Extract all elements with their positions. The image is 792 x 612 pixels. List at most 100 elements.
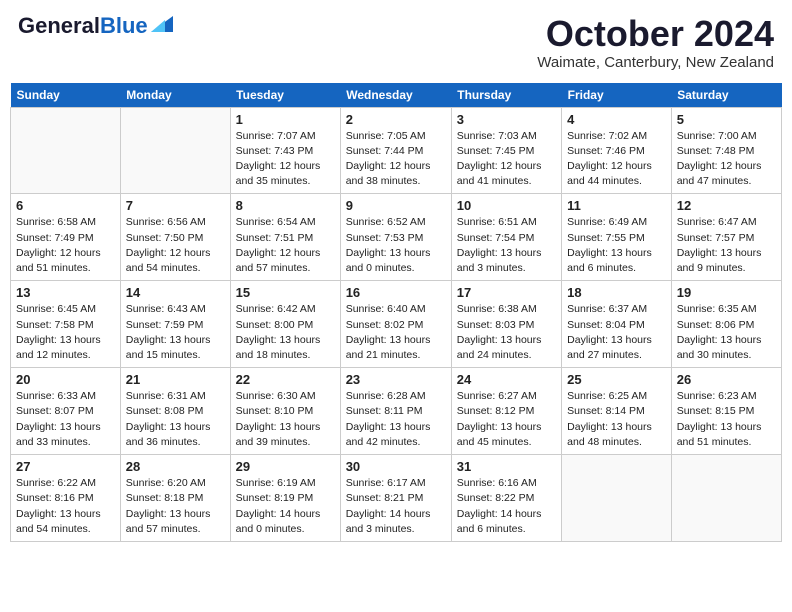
cell-content: Sunrise: 6:58 AMSunset: 7:49 PMDaylight:… bbox=[16, 215, 115, 276]
calendar-cell: 17 Sunrise: 6:38 AMSunset: 8:03 PMDayligh… bbox=[451, 281, 561, 368]
header-sunday: Sunday bbox=[11, 83, 121, 108]
calendar-cell: 14 Sunrise: 6:43 AMSunset: 7:59 PMDayligh… bbox=[120, 281, 230, 368]
calendar-cell: 3Sunrise: 7:03 AMSunset: 7:45 PMDaylight… bbox=[451, 107, 561, 194]
calendar-cell: 8 Sunrise: 6:54 AMSunset: 7:51 PMDaylight… bbox=[230, 194, 340, 281]
cell-content: Sunrise: 6:54 AMSunset: 7:51 PMDaylight:… bbox=[236, 215, 335, 276]
cell-content: Sunrise: 6:23 AMSunset: 8:15 PMDaylight:… bbox=[677, 389, 776, 450]
day-number: 16 bbox=[346, 285, 446, 300]
day-number: 13 bbox=[16, 285, 115, 300]
logo-icon bbox=[151, 16, 173, 32]
calendar-cell bbox=[11, 107, 121, 194]
cell-content: Sunrise: 7:02 AMSunset: 7:46 PMDaylight:… bbox=[567, 129, 666, 190]
day-number: 10 bbox=[457, 198, 556, 213]
cell-content: Sunrise: 6:31 AMSunset: 8:08 PMDaylight:… bbox=[126, 389, 225, 450]
day-number: 3 bbox=[457, 112, 556, 127]
day-number: 24 bbox=[457, 372, 556, 387]
cell-content: Sunrise: 7:07 AMSunset: 7:43 PMDaylight:… bbox=[236, 129, 335, 190]
cell-content: Sunrise: 6:42 AMSunset: 8:00 PMDaylight:… bbox=[236, 302, 335, 363]
cell-content: Sunrise: 6:38 AMSunset: 8:03 PMDaylight:… bbox=[457, 302, 556, 363]
calendar-cell: 26 Sunrise: 6:23 AMSunset: 8:15 PMDayligh… bbox=[671, 368, 781, 455]
calendar-cell: 29 Sunrise: 6:19 AMSunset: 8:19 PMDayligh… bbox=[230, 455, 340, 542]
day-number: 1 bbox=[236, 112, 335, 127]
day-number: 12 bbox=[677, 198, 776, 213]
logo: GeneralBlue bbox=[18, 14, 173, 38]
cell-content: Sunrise: 6:43 AMSunset: 7:59 PMDaylight:… bbox=[126, 302, 225, 363]
calendar-cell: 28 Sunrise: 6:20 AMSunset: 8:18 PMDayligh… bbox=[120, 455, 230, 542]
header-thursday: Thursday bbox=[451, 83, 561, 108]
day-number: 5 bbox=[677, 112, 776, 127]
header-saturday: Saturday bbox=[671, 83, 781, 108]
day-number: 22 bbox=[236, 372, 335, 387]
logo-text: GeneralBlue bbox=[18, 14, 148, 38]
calendar-cell: 9Sunrise: 6:52 AMSunset: 7:53 PMDaylight… bbox=[340, 194, 451, 281]
day-number: 15 bbox=[236, 285, 335, 300]
day-number: 8 bbox=[236, 198, 335, 213]
cell-content: Sunrise: 6:45 AMSunset: 7:58 PMDaylight:… bbox=[16, 302, 115, 363]
cell-content: Sunrise: 6:27 AMSunset: 8:12 PMDaylight:… bbox=[457, 389, 556, 450]
cell-content: Sunrise: 6:22 AMSunset: 8:16 PMDaylight:… bbox=[16, 476, 115, 537]
cell-content: Sunrise: 6:33 AMSunset: 8:07 PMDaylight:… bbox=[16, 389, 115, 450]
calendar-cell: 27 Sunrise: 6:22 AMSunset: 8:16 PMDayligh… bbox=[11, 455, 121, 542]
day-number: 26 bbox=[677, 372, 776, 387]
header-wednesday: Wednesday bbox=[340, 83, 451, 108]
calendar-week-5: 27 Sunrise: 6:22 AMSunset: 8:16 PMDayligh… bbox=[11, 455, 782, 542]
calendar-cell bbox=[671, 455, 781, 542]
day-number: 17 bbox=[457, 285, 556, 300]
calendar-cell: 31 Sunrise: 6:16 AMSunset: 8:22 PMDayligh… bbox=[451, 455, 561, 542]
day-number: 31 bbox=[457, 459, 556, 474]
day-number: 6 bbox=[16, 198, 115, 213]
location: Waimate, Canterbury, New Zealand bbox=[537, 54, 774, 71]
calendar-cell: 4Sunrise: 7:02 AMSunset: 7:46 PMDaylight… bbox=[562, 107, 672, 194]
day-number: 2 bbox=[346, 112, 446, 127]
header-monday: Monday bbox=[120, 83, 230, 108]
calendar-cell: 30 Sunrise: 6:17 AMSunset: 8:21 PMDayligh… bbox=[340, 455, 451, 542]
calendar-header-row: SundayMondayTuesdayWednesdayThursdayFrid… bbox=[11, 83, 782, 108]
calendar-cell: 25Sunrise: 6:25 AMSunset: 8:14 PMDayligh… bbox=[562, 368, 672, 455]
calendar-cell: 18 Sunrise: 6:37 AMSunset: 8:04 PMDayligh… bbox=[562, 281, 672, 368]
calendar-cell: 5 Sunrise: 7:00 AMSunset: 7:48 PMDaylight… bbox=[671, 107, 781, 194]
calendar-cell: 22Sunrise: 6:30 AMSunset: 8:10 PMDayligh… bbox=[230, 368, 340, 455]
day-number: 19 bbox=[677, 285, 776, 300]
header-friday: Friday bbox=[562, 83, 672, 108]
calendar-cell: 24 Sunrise: 6:27 AMSunset: 8:12 PMDayligh… bbox=[451, 368, 561, 455]
day-number: 9 bbox=[346, 198, 446, 213]
day-number: 11 bbox=[567, 198, 666, 213]
cell-content: Sunrise: 6:28 AMSunset: 8:11 PMDaylight:… bbox=[346, 389, 446, 450]
calendar-table: SundayMondayTuesdayWednesdayThursdayFrid… bbox=[10, 83, 782, 542]
calendar-week-2: 6 Sunrise: 6:58 AMSunset: 7:49 PMDaylight… bbox=[11, 194, 782, 281]
cell-content: Sunrise: 7:00 AMSunset: 7:48 PMDaylight:… bbox=[677, 129, 776, 190]
cell-content: Sunrise: 6:37 AMSunset: 8:04 PMDaylight:… bbox=[567, 302, 666, 363]
cell-content: Sunrise: 6:17 AMSunset: 8:21 PMDaylight:… bbox=[346, 476, 446, 537]
cell-content: Sunrise: 7:05 AMSunset: 7:44 PMDaylight:… bbox=[346, 129, 446, 190]
day-number: 28 bbox=[126, 459, 225, 474]
day-number: 30 bbox=[346, 459, 446, 474]
calendar-cell: 11 Sunrise: 6:49 AMSunset: 7:55 PMDayligh… bbox=[562, 194, 672, 281]
calendar-cell: 16 Sunrise: 6:40 AMSunset: 8:02 PMDayligh… bbox=[340, 281, 451, 368]
cell-content: Sunrise: 6:19 AMSunset: 8:19 PMDaylight:… bbox=[236, 476, 335, 537]
day-number: 23 bbox=[346, 372, 446, 387]
day-number: 18 bbox=[567, 285, 666, 300]
calendar-week-3: 13 Sunrise: 6:45 AMSunset: 7:58 PMDayligh… bbox=[11, 281, 782, 368]
day-number: 14 bbox=[126, 285, 225, 300]
calendar-cell: 10Sunrise: 6:51 AMSunset: 7:54 PMDayligh… bbox=[451, 194, 561, 281]
day-number: 27 bbox=[16, 459, 115, 474]
cell-content: Sunrise: 6:35 AMSunset: 8:06 PMDaylight:… bbox=[677, 302, 776, 363]
cell-content: Sunrise: 6:25 AMSunset: 8:14 PMDaylight:… bbox=[567, 389, 666, 450]
cell-content: Sunrise: 6:20 AMSunset: 8:18 PMDaylight:… bbox=[126, 476, 225, 537]
cell-content: Sunrise: 6:56 AMSunset: 7:50 PMDaylight:… bbox=[126, 215, 225, 276]
cell-content: Sunrise: 6:49 AMSunset: 7:55 PMDaylight:… bbox=[567, 215, 666, 276]
calendar-cell bbox=[120, 107, 230, 194]
cell-content: Sunrise: 6:47 AMSunset: 7:57 PMDaylight:… bbox=[677, 215, 776, 276]
calendar-cell: 15 Sunrise: 6:42 AMSunset: 8:00 PMDayligh… bbox=[230, 281, 340, 368]
calendar-week-4: 20 Sunrise: 6:33 AMSunset: 8:07 PMDayligh… bbox=[11, 368, 782, 455]
day-number: 29 bbox=[236, 459, 335, 474]
calendar-cell: 1 Sunrise: 7:07 AMSunset: 7:43 PMDaylight… bbox=[230, 107, 340, 194]
calendar-week-1: 1 Sunrise: 7:07 AMSunset: 7:43 PMDaylight… bbox=[11, 107, 782, 194]
calendar-cell: 19 Sunrise: 6:35 AMSunset: 8:06 PMDayligh… bbox=[671, 281, 781, 368]
calendar-cell bbox=[562, 455, 672, 542]
calendar-cell: 21Sunrise: 6:31 AMSunset: 8:08 PMDayligh… bbox=[120, 368, 230, 455]
cell-content: Sunrise: 6:16 AMSunset: 8:22 PMDaylight:… bbox=[457, 476, 556, 537]
cell-content: Sunrise: 6:40 AMSunset: 8:02 PMDaylight:… bbox=[346, 302, 446, 363]
calendar-cell: 2 Sunrise: 7:05 AMSunset: 7:44 PMDaylight… bbox=[340, 107, 451, 194]
day-number: 20 bbox=[16, 372, 115, 387]
